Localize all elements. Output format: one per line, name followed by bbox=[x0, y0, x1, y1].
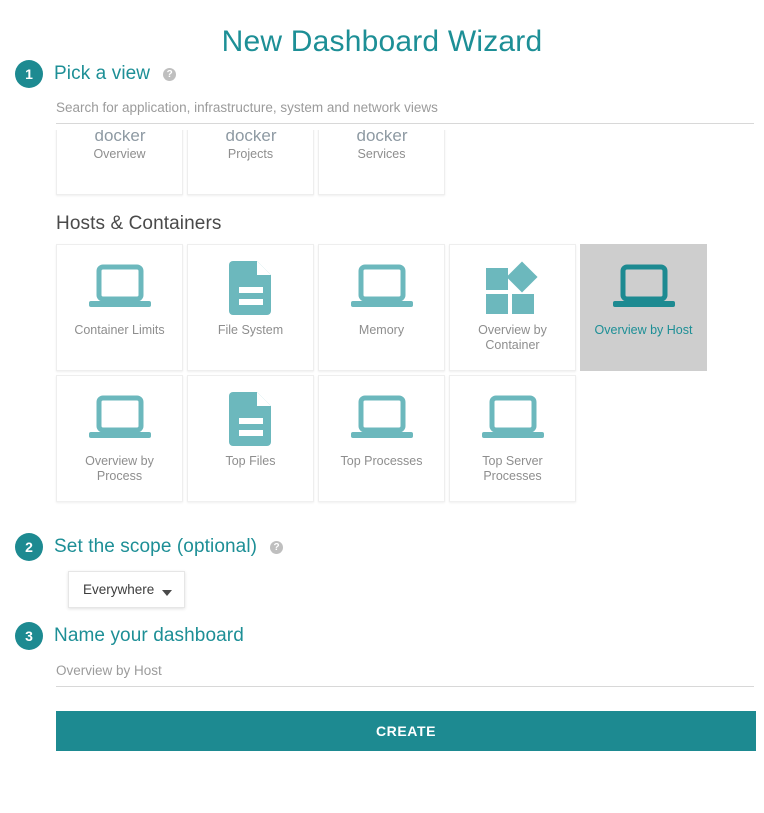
laptop-icon bbox=[87, 253, 153, 323]
view-tile-label: Overview by Container bbox=[478, 323, 547, 352]
view-tile-top-files[interactable]: Top Files bbox=[187, 375, 314, 502]
view-tile-label: Overview bbox=[93, 147, 146, 161]
step-number-badge-3: 3 bbox=[15, 622, 43, 650]
view-picker-content: docker Overview docker Projects docker S… bbox=[0, 130, 764, 502]
step-title-name-your-dashboard: Name your dashboard bbox=[54, 625, 244, 646]
view-tile-overview-by-container[interactable]: Overview by Container bbox=[449, 244, 576, 371]
step-number-badge-1: 1 bbox=[15, 60, 43, 88]
step-number-badge-2: 2 bbox=[15, 533, 43, 561]
dashboard-name-wrapper bbox=[56, 662, 754, 687]
docker-logo-icon: docker bbox=[214, 130, 288, 147]
scope-dropdown-value: Everywhere bbox=[83, 582, 155, 597]
create-button-wrapper: CREATE bbox=[56, 711, 764, 751]
view-group-title-hosts-containers: Hosts & Containers bbox=[56, 213, 222, 234]
create-button[interactable]: CREATE bbox=[56, 711, 756, 751]
help-icon[interactable]: ? bbox=[163, 67, 177, 81]
docker-logo-icon: docker bbox=[345, 130, 419, 147]
view-tile-top-processes[interactable]: Top Processes bbox=[318, 375, 445, 502]
tile-row-hosts-containers-1: Container Limits File System Memory Over… bbox=[56, 244, 764, 371]
view-tile-top-server-processes[interactable]: Top Server Processes bbox=[449, 375, 576, 502]
step-title-set-the-scope: Set the scope (optional) bbox=[54, 536, 258, 557]
svg-text:docker: docker bbox=[356, 130, 407, 143]
view-tile-overview-by-process[interactable]: Overview by Process bbox=[56, 375, 183, 502]
laptop-icon bbox=[87, 384, 153, 454]
laptop-icon bbox=[611, 253, 677, 323]
step-title-pick-a-view: Pick a view bbox=[54, 63, 151, 84]
docker-logo-icon: docker bbox=[83, 130, 157, 147]
view-tile-overview-by-host[interactable]: Overview by Host bbox=[580, 244, 707, 371]
view-tile-label: Top Processes bbox=[340, 454, 423, 468]
view-tile-label: File System bbox=[217, 323, 284, 337]
scope-selector-wrapper: Everywhere bbox=[68, 571, 764, 608]
view-tile-label: Memory bbox=[358, 323, 405, 337]
laptop-icon bbox=[480, 384, 546, 454]
laptop-icon bbox=[349, 253, 415, 323]
view-tile-memory[interactable]: Memory bbox=[318, 244, 445, 371]
svg-text:docker: docker bbox=[225, 130, 276, 143]
view-tile-label: Top Server Processes bbox=[482, 454, 543, 483]
view-tile-docker-services[interactable]: docker Services bbox=[318, 130, 445, 195]
tile-row-docker: docker Overview docker Projects docker S… bbox=[56, 130, 764, 195]
scope-dropdown[interactable]: Everywhere bbox=[68, 571, 186, 608]
step-set-the-scope: 2 Set the scope (optional) ? bbox=[0, 533, 764, 561]
file-icon bbox=[225, 384, 277, 454]
view-tile-label: Projects bbox=[227, 147, 274, 161]
help-icon[interactable]: ? bbox=[270, 540, 284, 554]
laptop-icon bbox=[349, 384, 415, 454]
svg-text:docker: docker bbox=[94, 130, 145, 143]
view-tile-docker-overview[interactable]: docker Overview bbox=[56, 130, 183, 195]
page-title: New Dashboard Wizard bbox=[221, 25, 543, 58]
view-tile-label: Overview by Process bbox=[85, 454, 154, 483]
chevron-down-icon bbox=[162, 589, 173, 596]
step-pick-a-view: 1 Pick a view ? bbox=[0, 60, 764, 88]
view-tile-label: Overview by Host bbox=[594, 323, 693, 337]
view-tile-label: Container Limits bbox=[74, 323, 165, 337]
view-tile-label: Top Files bbox=[225, 454, 276, 468]
view-tile-docker-projects[interactable]: docker Projects bbox=[187, 130, 314, 195]
view-tile-file-system[interactable]: File System bbox=[187, 244, 314, 371]
step-name-your-dashboard: 3 Name your dashboard bbox=[0, 622, 764, 650]
scroll-fade-overlay bbox=[0, 499, 764, 533]
view-tile-container-limits[interactable]: Container Limits bbox=[56, 244, 183, 371]
dashboard-name-input[interactable] bbox=[56, 663, 754, 687]
view-picker-scroll-area[interactable]: docker Overview docker Projects docker S… bbox=[0, 130, 764, 533]
view-tile-label: Services bbox=[357, 147, 406, 161]
grid-diamond-icon bbox=[483, 253, 543, 323]
search-input[interactable] bbox=[56, 100, 754, 124]
tile-row-hosts-containers-2: Overview by Process Top Files Top Proces… bbox=[56, 375, 764, 502]
file-icon bbox=[225, 253, 277, 323]
search-field-wrapper bbox=[56, 99, 754, 124]
